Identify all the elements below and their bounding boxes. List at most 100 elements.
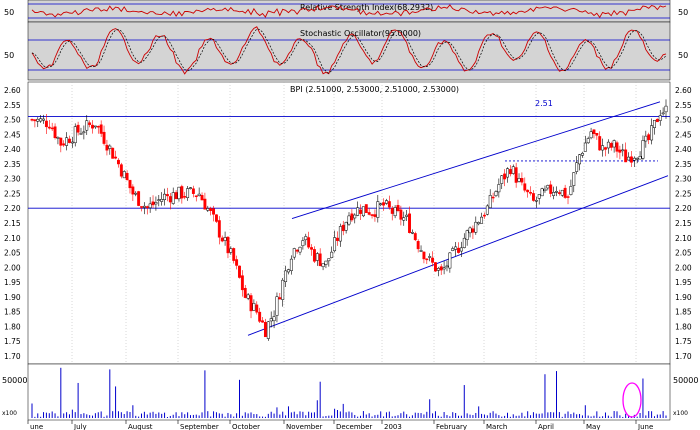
- candle-body: [442, 267, 446, 270]
- candle-body: [494, 191, 498, 196]
- price-y-tick-right: 2.45: [675, 130, 692, 139]
- month-label: October: [232, 423, 260, 430]
- candle-body: [108, 145, 112, 149]
- candle-body: [563, 187, 567, 198]
- price-y-tick-left: 2.50: [4, 116, 21, 125]
- price-y-tick-left: 2.10: [4, 234, 21, 243]
- candle-body: [189, 187, 192, 189]
- price-y-tick-right: 2.15: [675, 219, 692, 228]
- candle-body: [474, 221, 478, 233]
- candle-body: [425, 258, 429, 261]
- candle-body: [47, 126, 51, 129]
- candle-body: [102, 131, 106, 144]
- candle-body: [327, 258, 331, 262]
- candle-body: [56, 137, 60, 139]
- candle-body: [217, 220, 221, 238]
- price-y-tick-left: 1.80: [4, 322, 21, 331]
- price-y-tick-right: 2.55: [675, 101, 692, 110]
- candle-body: [647, 134, 651, 140]
- volume-axis-label-right: 50000: [673, 376, 698, 385]
- candle-body: [624, 149, 628, 163]
- candle-body: [621, 149, 625, 152]
- candle-body: [615, 142, 619, 152]
- candle-body: [379, 203, 383, 205]
- candle-body: [488, 195, 492, 208]
- rsi-axis-label-left: 50: [4, 8, 14, 17]
- candle-body: [295, 249, 299, 252]
- candle-body: [42, 118, 45, 121]
- candle-body: [111, 147, 115, 159]
- candle-body: [526, 189, 530, 193]
- candle-body: [59, 137, 63, 146]
- candle-body: [655, 118, 659, 123]
- price-y-tick-left: 2.55: [4, 101, 21, 110]
- candle-body: [191, 188, 195, 194]
- price-y-tick-right: 1.95: [675, 278, 692, 287]
- candle-body: [537, 194, 541, 199]
- candle-body: [356, 207, 360, 216]
- candle-body: [160, 199, 164, 202]
- candle-body: [278, 297, 282, 300]
- candle-body: [552, 192, 556, 196]
- candle-body: [142, 205, 146, 208]
- candle-body: [203, 198, 207, 210]
- candle-body: [338, 226, 342, 242]
- candle-body: [73, 126, 77, 144]
- candle-body: [174, 192, 178, 200]
- price-y-tick-left: 2.25: [4, 189, 21, 198]
- candle-body: [91, 124, 94, 129]
- candle-body: [413, 233, 417, 241]
- candle-body: [243, 287, 247, 298]
- price-y-tick-left: 1.75: [4, 337, 21, 346]
- price-y-tick-right: 1.90: [675, 293, 692, 302]
- candle-body: [399, 209, 403, 220]
- candle-body: [638, 156, 642, 160]
- candle-body: [344, 222, 348, 231]
- volume-scale-note-right: x100: [673, 410, 688, 417]
- candle-body: [583, 142, 587, 152]
- candle-body: [212, 208, 216, 215]
- candle-body: [586, 138, 590, 144]
- candle-body: [604, 147, 607, 150]
- candle-body: [658, 115, 662, 121]
- candle-body: [261, 320, 264, 323]
- candle-body: [555, 191, 558, 193]
- price-y-tick-left: 2.60: [4, 86, 21, 95]
- candle-body: [99, 124, 103, 134]
- candle-body: [70, 141, 74, 144]
- candle-body: [183, 196, 187, 198]
- candle-body: [364, 204, 368, 213]
- price-y-tick-left: 2.30: [4, 175, 21, 184]
- candle-body: [359, 209, 362, 214]
- candle-body: [272, 316, 276, 322]
- candle-body: [428, 256, 432, 258]
- candle-body: [514, 167, 518, 183]
- candle-body: [76, 124, 80, 133]
- candle-body: [416, 241, 420, 250]
- candle-body: [223, 237, 227, 241]
- candle-body: [546, 185, 550, 189]
- candle-body: [235, 259, 239, 266]
- month-label: September: [180, 423, 219, 430]
- candle-body: [385, 200, 388, 204]
- candle-body: [361, 206, 365, 217]
- candle-body: [255, 304, 259, 313]
- candle-body: [275, 296, 279, 316]
- candle-body: [220, 237, 224, 242]
- candle-body: [520, 178, 524, 183]
- candle-body: [531, 193, 535, 201]
- candle-body: [376, 201, 380, 218]
- candle-body: [232, 248, 236, 261]
- candle-body: [321, 263, 325, 268]
- candle-body: [644, 135, 648, 142]
- month-label: June: [637, 423, 653, 430]
- price-y-axis-left: 2.60 2.55 2.50 2.45 2.40 2.35 2.30 2.25 2.20 2.15…: [4, 86, 21, 361]
- price-y-tick-right: 1.85: [675, 308, 692, 317]
- stochastic-axis-label-right: 50: [678, 51, 688, 60]
- candle-body: [266, 321, 270, 339]
- price-y-tick-right: 2.25: [675, 189, 692, 198]
- month-label: May: [586, 423, 600, 430]
- candle-body: [445, 265, 449, 268]
- candle-body: [318, 253, 322, 267]
- candle-body: [93, 125, 97, 128]
